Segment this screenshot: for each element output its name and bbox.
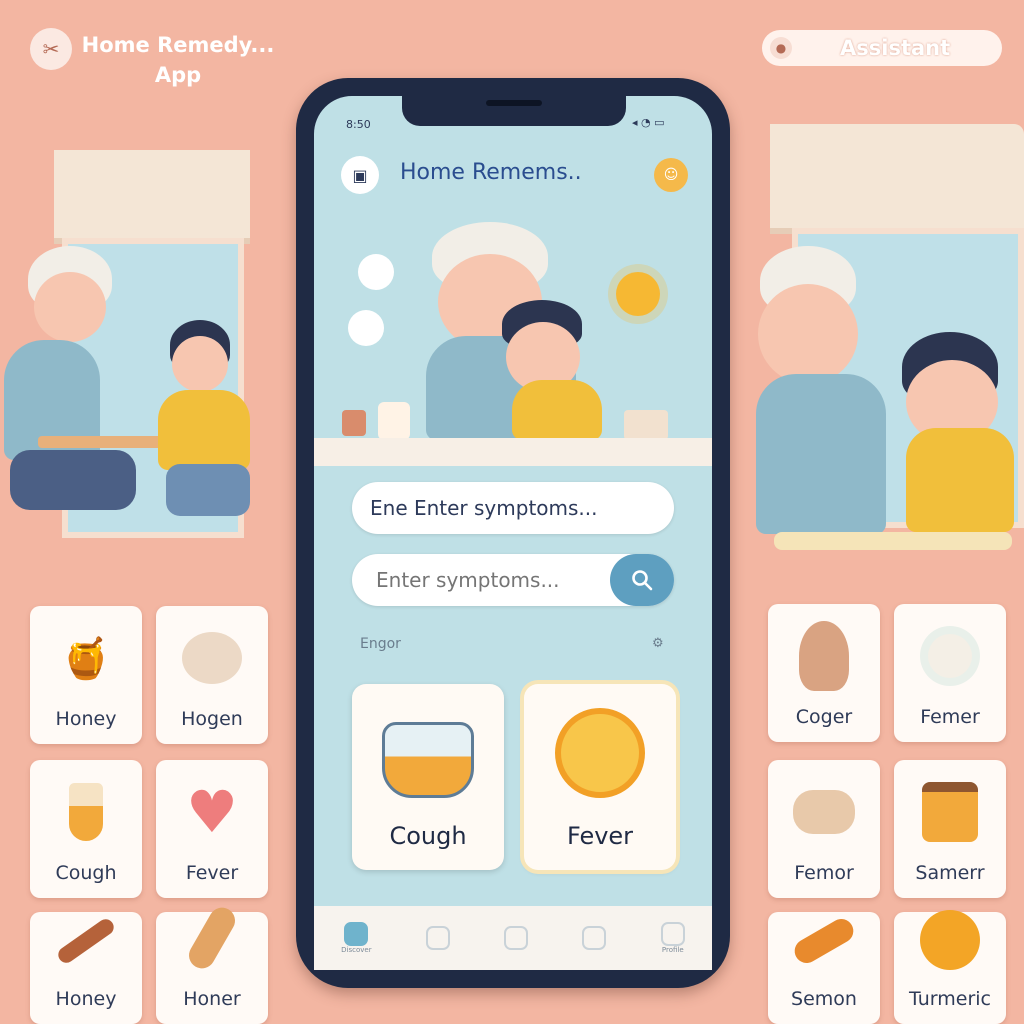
honey-jar-icon: [382, 722, 474, 798]
symptom-tile-fever[interactable]: Fever: [524, 684, 676, 870]
heart-icon: ♥: [186, 778, 238, 846]
jar-icon: [918, 780, 982, 844]
remedy-card[interactable]: Femer: [894, 604, 1006, 742]
chat-icon: [504, 926, 529, 950]
record-icon: ●: [770, 37, 792, 59]
ginger-root-icon: [180, 902, 244, 974]
app-logo-icon: ✂: [30, 28, 72, 70]
symptom-tile-cough[interactable]: Cough: [352, 684, 504, 870]
calendar-icon: ▣: [352, 165, 368, 185]
card-label: Hogen: [181, 708, 243, 730]
profile-avatar[interactable]: ☺: [654, 158, 688, 192]
remedy-card[interactable]: Samerr: [894, 760, 1006, 898]
remedy-card[interactable]: 🍯 Honey: [30, 606, 142, 744]
card-label: Femer: [920, 706, 980, 728]
search-icon: [632, 570, 653, 591]
vial-icon: [54, 780, 118, 844]
card-label: Turmeric: [909, 988, 991, 1010]
app-title: Home Remedy... App: [81, 33, 275, 87]
honey-pot-icon: 🍯: [61, 635, 111, 682]
symptom-input[interactable]: [352, 482, 674, 534]
bottom-nav: Discover Profile: [314, 906, 712, 970]
speaker-grille: [486, 100, 542, 106]
sun-icon: [616, 272, 660, 316]
garlic-icon: [792, 621, 856, 691]
orange-slice-icon: [555, 708, 645, 798]
leaf-icon: [425, 926, 450, 950]
right-illustration: [756, 124, 1024, 552]
card-label: Coger: [795, 706, 853, 728]
card-label: Fever: [185, 862, 239, 884]
card-label: Femor: [794, 862, 854, 884]
flower-icon: [918, 624, 982, 688]
card-label: Honer: [183, 988, 241, 1010]
nav-profile[interactable]: Profile: [660, 922, 685, 954]
hero-illustration: [314, 214, 712, 440]
card-label: Honey: [55, 988, 117, 1010]
tile-label: Fever: [566, 822, 634, 850]
tile-label: Cough: [389, 822, 467, 850]
screen-title: Home Remems..: [400, 160, 582, 185]
nav-item[interactable]: [425, 926, 450, 950]
ginger-icon: [792, 780, 856, 844]
left-illustration: [0, 150, 292, 570]
ginger-ball-icon: [180, 626, 244, 690]
remedy-card[interactable]: Semon: [768, 912, 880, 1024]
card-label: Cough: [55, 862, 117, 884]
bookmark-icon: [582, 926, 607, 950]
status-time: 8:50: [346, 118, 371, 131]
settings-icon[interactable]: ⚙: [652, 636, 664, 651]
assistant-label: Assistant: [840, 36, 951, 60]
honey-dipper-icon: [54, 912, 118, 970]
orange-icon: [918, 910, 982, 970]
counter-shelf: [314, 438, 712, 466]
menu-button[interactable]: ▣: [341, 156, 379, 194]
status-icons: ◂ ◔ ▭: [632, 116, 665, 129]
remedy-card[interactable]: Femor: [768, 760, 880, 898]
remedy-card[interactable]: Coger: [768, 604, 880, 742]
remedy-card[interactable]: Honer: [156, 902, 268, 1024]
remedy-card[interactable]: Turmeric: [894, 910, 1006, 1024]
user-icon: ☺: [663, 167, 679, 183]
card-label: Honey: [55, 708, 117, 730]
nav-item[interactable]: [582, 926, 607, 950]
section-label: Engor: [360, 636, 401, 652]
card-label: Semon: [791, 988, 857, 1010]
search-input[interactable]: [374, 567, 608, 593]
card-label: Samerr: [915, 862, 985, 884]
assistant-pill[interactable]: ● Assistant: [762, 30, 1002, 66]
profile-icon: [660, 922, 685, 946]
nav-item[interactable]: [504, 926, 529, 950]
nav-discover[interactable]: Discover: [341, 922, 372, 954]
remedy-card[interactable]: Honey: [30, 912, 142, 1024]
home-icon: [344, 922, 369, 946]
remedy-card[interactable]: ♥ Fever: [156, 760, 268, 898]
remedy-card[interactable]: Hogen: [156, 606, 268, 744]
search-button[interactable]: [610, 554, 674, 606]
remedy-card[interactable]: Cough: [30, 760, 142, 898]
turmeric-icon: [790, 912, 858, 970]
symptom-text-field[interactable]: [368, 495, 602, 521]
